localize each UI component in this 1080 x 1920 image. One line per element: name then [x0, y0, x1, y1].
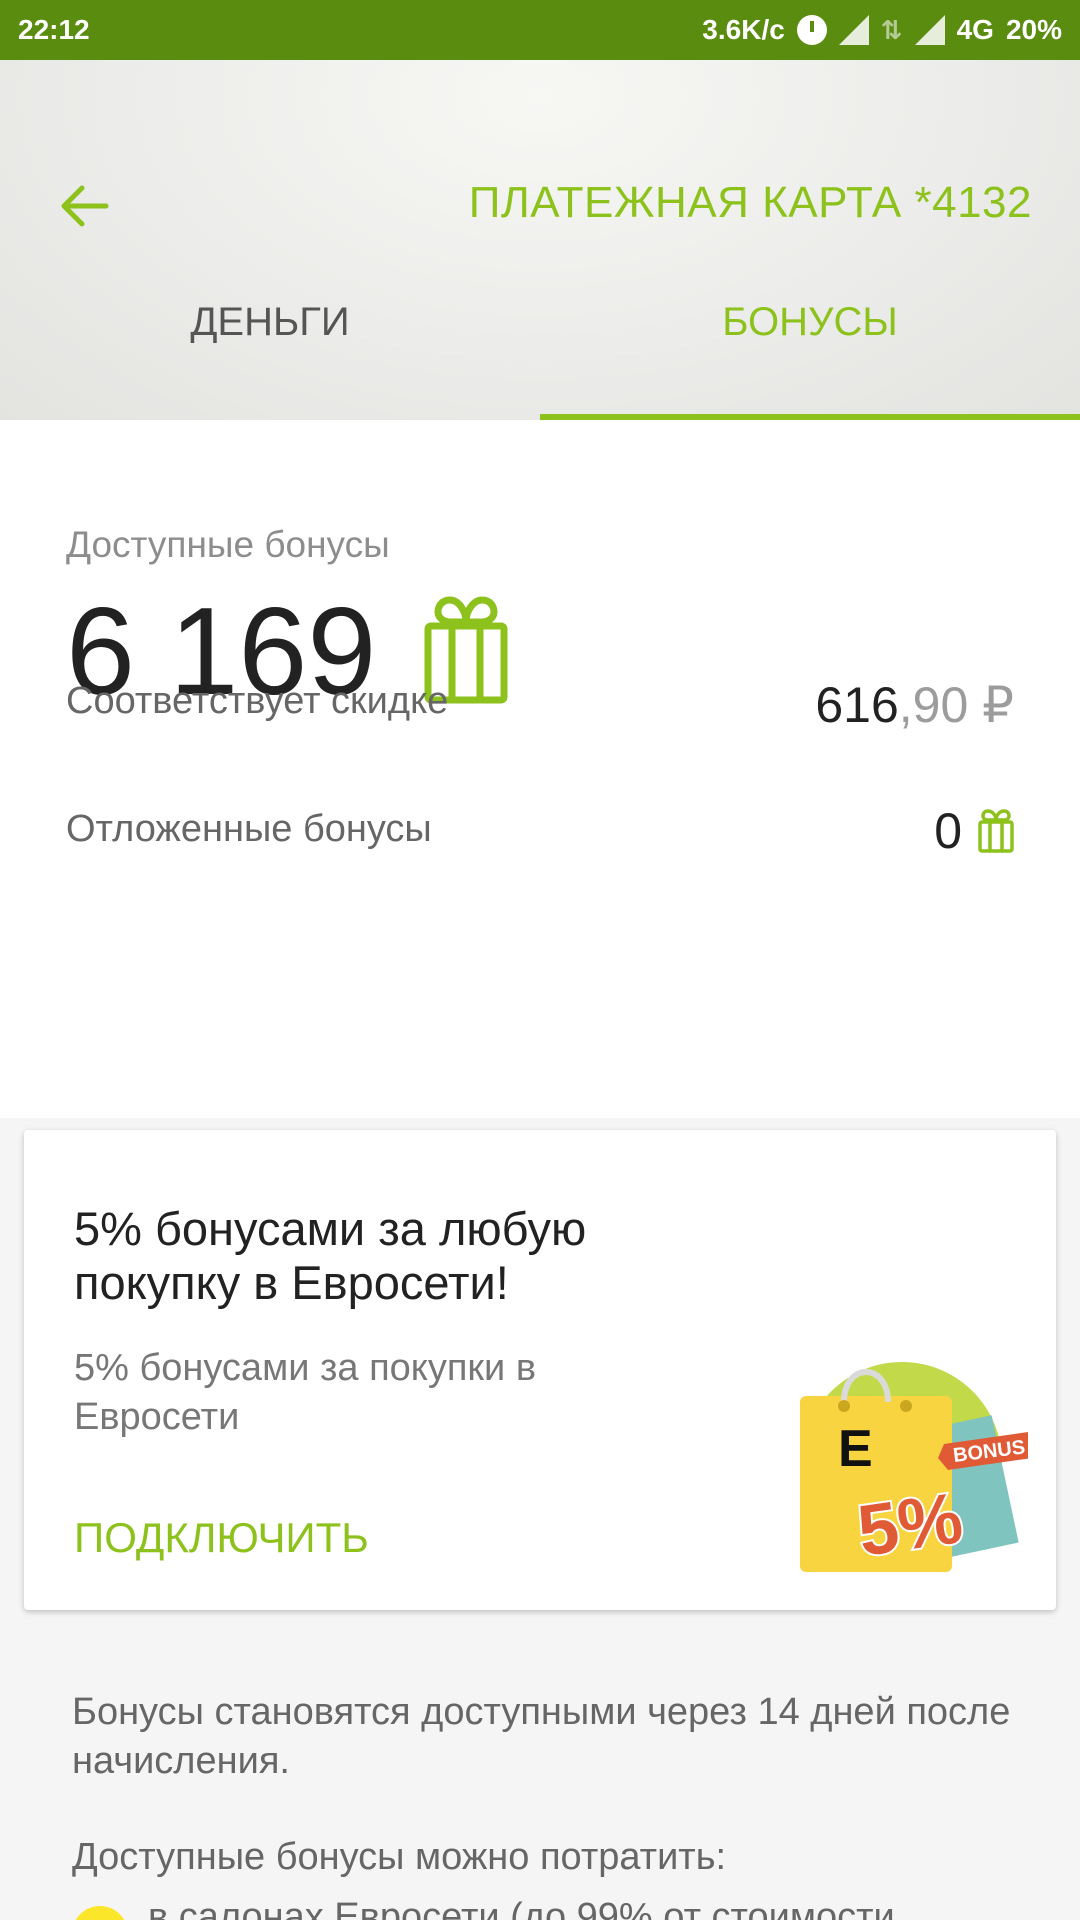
- promo-title: 5% бонусами за любую покупку в Евросети!: [74, 1202, 587, 1310]
- tab-bar: ДЕНЬГИ БОНУСЫ: [0, 280, 1080, 420]
- art-letter: E: [838, 1420, 873, 1478]
- info-spend-text: Доступные бонусы можно потратить:: [72, 1836, 727, 1878]
- promo-subtitle: 5% бонусами за покупки в Евросети: [74, 1347, 537, 1439]
- page-title: ПЛАТЕЖНАЯ КАРТА *4132: [468, 178, 1032, 227]
- network-speed: 3.6K/c: [702, 14, 785, 45]
- art-percent: 5%: [853, 1478, 967, 1572]
- gift-small-icon: [978, 809, 1014, 853]
- bullet-text: в салонах Евросети (до 99% от стоимости: [148, 1898, 895, 1920]
- alarm-clock-icon: [796, 15, 827, 45]
- data-arrows-icon: ⇅: [880, 14, 903, 45]
- tab-money[interactable]: ДЕНЬГИ: [0, 280, 540, 420]
- signal-icon: [838, 15, 869, 45]
- discount-value: 616 ,90 ₽: [815, 676, 1014, 734]
- deferred-bonuses-number: 0: [934, 803, 962, 859]
- network-type: 4G: [956, 14, 994, 45]
- shopping-bag-5-percent-icon: E BONUS 5%: [800, 1362, 1028, 1574]
- bonus-summary: Доступные бонусы 6 169 Соответствует ски…: [0, 420, 1080, 1118]
- battery-level: 20%: [1005, 14, 1062, 45]
- info-availability-text: Бонусы становятся доступными через 14 дн…: [72, 1691, 1011, 1783]
- connect-button[interactable]: ПОДКЛЮЧИТЬ: [74, 1514, 369, 1562]
- status-time: 22:12: [18, 14, 90, 45]
- discount-integer: 616: [815, 677, 899, 733]
- list-item: в салонах Евросети (до 99% от стоимости: [72, 1898, 1032, 1920]
- back-arrow-icon[interactable]: [56, 178, 112, 234]
- tab-bonuses[interactable]: БОНУСЫ: [540, 280, 1080, 420]
- bullet-dot: [72, 1906, 128, 1920]
- signal-icon-2: [914, 15, 945, 45]
- status-bar: 22:12 3.6K/c ⇅ 4G 20%: [0, 0, 1080, 60]
- deferred-bonuses-value: 0: [934, 802, 1014, 860]
- promo-card[interactable]: 5% бонусами за любую покупку в Евросети!…: [24, 1130, 1056, 1610]
- deferred-bonuses-label: Отложенные бонусы: [66, 808, 432, 850]
- discount-fraction: ,90 ₽: [898, 677, 1014, 733]
- discount-label: Соответствует скидке: [66, 680, 449, 722]
- available-bonuses-label: Доступные бонусы: [66, 524, 390, 565]
- status-right: 3.6K/c ⇅ 4G 20%: [702, 14, 1062, 46]
